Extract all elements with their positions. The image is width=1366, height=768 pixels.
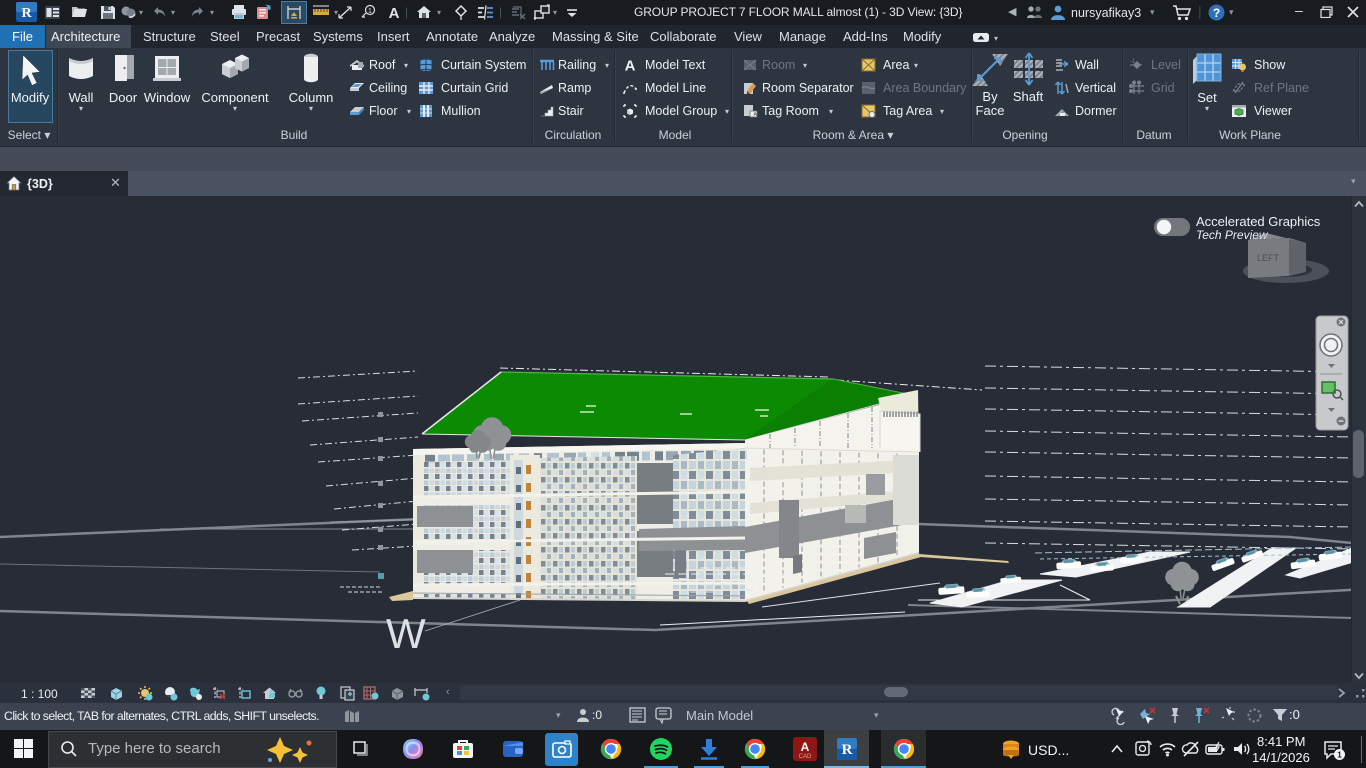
- svg-text:LEFT: LEFT: [1257, 253, 1280, 263]
- svg-text:A: A: [801, 740, 810, 754]
- svg-text:1: 1: [368, 8, 372, 15]
- svg-text:W: W: [386, 610, 426, 657]
- svg-text:-1: -1: [1130, 59, 1136, 65]
- svg-text:CAD: CAD: [799, 754, 812, 760]
- svg-text:R: R: [842, 742, 853, 758]
- svg-text:A: A: [625, 58, 636, 74]
- svg-text:1: 1: [1337, 750, 1342, 760]
- svg-text:Accelerated Graphics: Accelerated Graphics: [1196, 214, 1321, 229]
- svg-text:?: ?: [1213, 6, 1220, 20]
- svg-text:R: R: [21, 6, 32, 21]
- svg-text:A: A: [389, 5, 400, 21]
